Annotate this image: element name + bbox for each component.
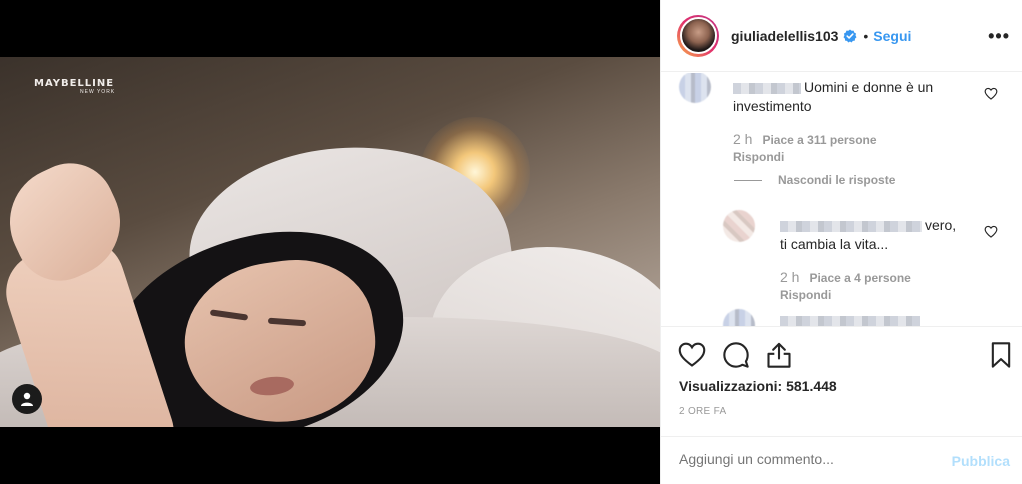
comment-body: vero, ti cambia la vita...: [780, 216, 980, 254]
commenter-avatar[interactable]: [723, 309, 755, 326]
commenter-avatar[interactable]: [679, 73, 711, 103]
verified-badge-icon: [843, 29, 857, 43]
comment-text-line2: ti cambia la vita...: [780, 236, 889, 252]
hide-replies-label[interactable]: Nascondi le risposte: [778, 173, 895, 187]
username-link[interactable]: giuliadelellis103: [731, 28, 838, 44]
story-ring[interactable]: [677, 14, 719, 57]
comment-text-line1: vero,: [925, 217, 957, 233]
instagram-post-modal: MAYBELLINE NEW YORK giuliadelellis103 • …: [0, 0, 1022, 484]
commenter-avatar[interactable]: [723, 210, 755, 242]
brand-watermark: MAYBELLINE: [34, 78, 115, 89]
reply-label[interactable]: Rispondi: [733, 150, 784, 164]
reply-label[interactable]: Rispondi: [780, 288, 831, 302]
comment-body: Uomini e donne è un investimento: [733, 78, 983, 116]
commenter-username[interactable]: [780, 315, 920, 326]
like-icon[interactable]: [678, 341, 706, 369]
comment-meta: 2 h Piace a 4 persone: [780, 269, 911, 285]
comment-body: [780, 311, 923, 326]
media-pane: MAYBELLINE NEW YORK: [0, 0, 660, 484]
replies-divider: [734, 180, 762, 181]
follow-button[interactable]: Segui: [873, 28, 911, 44]
user-tag-icon: [21, 392, 33, 406]
post-header: giuliadelellis103 • Segui •••: [661, 0, 1022, 72]
post-video[interactable]: [0, 57, 660, 427]
view-count[interactable]: Visualizzazioni: 581.448: [679, 378, 837, 394]
separator-dot: •: [863, 27, 869, 44]
share-icon[interactable]: [765, 341, 793, 369]
user-tag-button[interactable]: [12, 384, 42, 414]
comment-icon[interactable]: [722, 341, 750, 369]
commenter-username[interactable]: [780, 220, 922, 232]
post-side-panel: giuliadelellis103 • Segui ••• Uomini e d…: [660, 0, 1022, 484]
comment-likes[interactable]: Piace a 4 persone: [809, 271, 910, 285]
add-comment-form: Pubblica: [661, 436, 1022, 484]
brand-watermark-sub: NEW YORK: [80, 89, 116, 95]
comment-likes[interactable]: Piace a 311 persone: [762, 133, 876, 147]
comment-time[interactable]: 2 h: [780, 269, 799, 285]
avatar[interactable]: [679, 17, 717, 54]
like-comment-icon[interactable]: [984, 225, 998, 238]
post-date[interactable]: 2 ORE FA: [679, 406, 726, 417]
more-options-icon[interactable]: •••: [988, 26, 1010, 47]
hide-replies-button[interactable]: Nascondi le risposte: [778, 173, 895, 187]
like-comment-icon[interactable]: [984, 87, 998, 100]
comment-input[interactable]: [679, 451, 929, 467]
comment-time[interactable]: 2 h: [733, 131, 752, 147]
comment-meta: 2 h Piace a 311 persone: [733, 131, 877, 147]
comments-list[interactable]: Uomini e donne è un investimento 2 h Piac…: [661, 73, 1022, 326]
reply-button[interactable]: Rispondi: [780, 288, 831, 302]
save-bookmark-icon[interactable]: [987, 341, 1015, 369]
commenter-username[interactable]: [733, 82, 801, 94]
post-actions: Visualizzazioni: 581.448 2 ORE FA: [661, 326, 1022, 426]
publish-button[interactable]: Pubblica: [952, 453, 1010, 469]
reply-button[interactable]: Rispondi: [733, 150, 784, 164]
